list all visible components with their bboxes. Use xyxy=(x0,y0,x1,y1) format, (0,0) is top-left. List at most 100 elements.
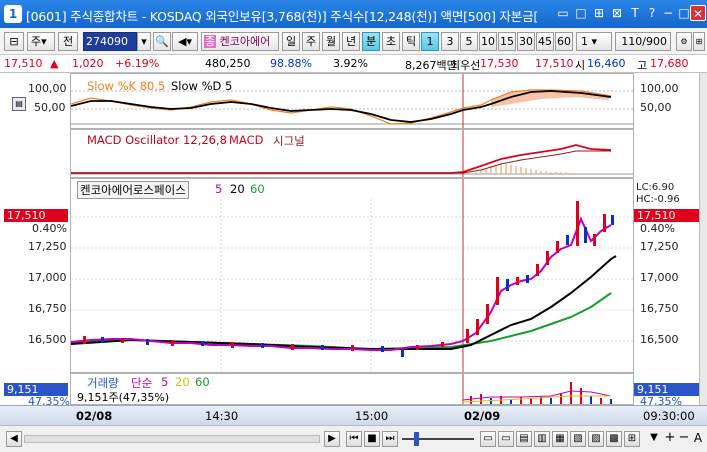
last-icon[interactable]: ⏭ xyxy=(382,431,398,447)
tool1-icon[interactable]: ▭ xyxy=(480,431,496,447)
price-panel[interactable]: 켄코아에어로스페이스 5 20 60 xyxy=(70,178,634,373)
tool7-icon[interactable]: ▨ xyxy=(588,431,604,447)
interval-15-button[interactable]: 15 xyxy=(498,32,516,51)
tool3-icon[interactable]: ▤ xyxy=(516,431,532,447)
title-bar: 1 [0601] 주식종합차트 - KOSDAQ 외국인보유[3,768(천)]… xyxy=(0,0,707,28)
axis-label-0209: 02/09 xyxy=(464,409,501,423)
restore-icon[interactable]: ▭ xyxy=(555,5,571,21)
close-button[interactable]: ✕ xyxy=(690,5,706,21)
expand-icon[interactable]: ⊞ xyxy=(693,32,705,51)
period-day-button[interactable]: 일 xyxy=(282,32,300,51)
volume-ratio: 98.88% xyxy=(270,57,312,70)
speaker-icon[interactable]: ◀▾ xyxy=(172,32,198,51)
period-second-button[interactable]: 초 xyxy=(382,32,400,51)
macd-panel[interactable]: MACD Oscillator 12,26,8 MACD 시그널 xyxy=(70,129,634,178)
interval-5-button[interactable]: 5 xyxy=(460,32,478,51)
price-ytick-17000: 17,000 xyxy=(28,271,67,284)
interval-30-button[interactable]: 30 xyxy=(517,32,535,51)
axis-label-1430: 14:30 xyxy=(205,409,239,423)
volume-value: 480,250 xyxy=(205,57,251,70)
stoch-ytick-100: 100,00 xyxy=(28,82,67,95)
tool5-icon[interactable]: ▦ xyxy=(552,431,568,447)
stock-name-label: 켄코아에어 xyxy=(219,35,271,48)
stoch-ytick-100-right: 100,00 xyxy=(640,82,679,95)
search-icon[interactable]: 🔍 xyxy=(153,32,171,51)
zoom-slider-handle[interactable] xyxy=(414,432,419,446)
settings-icon[interactable]: ⚙ xyxy=(676,32,692,51)
price-change-pct: +6.19% xyxy=(115,57,160,70)
period-week-button[interactable]: 주 xyxy=(302,32,320,51)
stock-code-input[interactable]: 274090 xyxy=(83,32,137,51)
priority-label: 최우선 xyxy=(450,59,481,72)
stochastic-panel[interactable]: Slow %K 80,5 Slow %D 5 xyxy=(70,73,634,129)
volume-panel[interactable]: 거래량 단순 5 20 60 9,151주(47,35%) xyxy=(70,373,634,405)
right-scrollbar[interactable] xyxy=(699,73,707,405)
turnover-ratio: 3.92% xyxy=(333,57,368,70)
scroll-left-icon[interactable]: ◀ xyxy=(6,431,22,447)
zoom-slider[interactable] xyxy=(402,438,474,440)
price-ytick-16750-right: 16,750 xyxy=(640,302,679,315)
up-arrow-icon: ▲ xyxy=(50,57,59,70)
current-price-tag-left: 17,510 xyxy=(4,209,68,222)
price-chart xyxy=(71,179,633,372)
code-dropdown-icon[interactable]: ▾ xyxy=(137,32,151,51)
price-ytick-17250-right: 17,250 xyxy=(640,240,679,253)
grid-icon[interactable]: ⊞ xyxy=(591,5,607,21)
interval-45-button[interactable]: 45 xyxy=(536,32,554,51)
quote-info-bar: 17,510 ▲ 1,020 +6.19% 480,250 98.88% 3.9… xyxy=(0,55,707,73)
multiplier-value: 1 xyxy=(581,35,588,48)
price-ytick-17250: 17,250 xyxy=(28,240,67,253)
high-price: 17,680 xyxy=(650,57,689,70)
tool9-icon[interactable]: ⊞ xyxy=(624,431,640,447)
lc-value: LC:6.90 xyxy=(636,182,675,193)
pin-icon[interactable]: ⊠ xyxy=(609,5,625,21)
interval-1-button[interactable]: 1 xyxy=(421,32,439,51)
layout-icon[interactable]: ⊟ xyxy=(4,32,24,51)
tool6-icon[interactable]: ▧ xyxy=(570,431,586,447)
window-icon[interactable]: □ xyxy=(573,5,589,21)
period-month-button[interactable]: 월 xyxy=(322,32,340,51)
axis-label-1500: 15:00 xyxy=(355,409,389,423)
font-size-icon[interactable]: A xyxy=(690,431,706,447)
horizontal-scrollbar[interactable] xyxy=(24,435,320,443)
help-icon[interactable]: ? xyxy=(644,5,660,21)
tool8-icon[interactable]: ▩ xyxy=(606,431,622,447)
stochastic-chart xyxy=(71,74,633,128)
stoch-ytick-50: 50,00 xyxy=(34,101,66,114)
minimize-button[interactable]: − xyxy=(660,5,676,21)
stock-tag-icon: 종 xyxy=(204,35,217,48)
toolbar: ⊟ 주▾ 전 274090 ▾ 🔍 ◀▾ 종 켄코아에어 일 주 월 년 분 초… xyxy=(0,28,707,55)
stock-name-field[interactable]: 종 켄코아에어 xyxy=(201,32,279,51)
period-all-button[interactable]: 전 xyxy=(58,32,78,51)
bid-price: 17,510 xyxy=(535,57,574,70)
market-select[interactable]: 주▾ xyxy=(27,32,55,51)
interval-10-button[interactable]: 10 xyxy=(479,32,497,51)
panel-menu-icon[interactable]: ▤ xyxy=(12,97,26,111)
price-ytick-17000-right: 17,000 xyxy=(640,271,679,284)
current-price-tag-right: 17,510 xyxy=(634,209,700,222)
period-minute-button[interactable]: 분 xyxy=(362,32,380,51)
interval-60-button[interactable]: 60 xyxy=(555,32,573,51)
multiplier-select[interactable]: 1 ▾ xyxy=(576,32,612,51)
right-axis: 100,00 50,00 LC:6.90 HC:-0.96 17,510 0.4… xyxy=(634,73,707,408)
first-icon[interactable]: ⏮ xyxy=(346,431,362,447)
hc-value: HC:-0.96 xyxy=(636,194,680,205)
stop-icon[interactable]: ■ xyxy=(364,431,380,447)
count-field[interactable]: 110/900 xyxy=(615,32,671,51)
axis-label-0208: 02/08 xyxy=(76,409,113,423)
font-icon[interactable]: T xyxy=(627,5,643,21)
tool4-icon[interactable]: ▥ xyxy=(534,431,550,447)
period-year-button[interactable]: 년 xyxy=(342,32,360,51)
tool2-icon[interactable]: ▭ xyxy=(498,431,514,447)
period-tick-button[interactable]: 틱 xyxy=(402,32,420,51)
axis-label-0930: 09:30:00 xyxy=(643,409,695,423)
scroll-right-icon[interactable]: ▶ xyxy=(324,431,340,447)
price-ytick-16500: 16,500 xyxy=(28,333,67,346)
left-axis: ▤ 100,00 50,00 17,510 0.40% 17,250 17,00… xyxy=(0,73,70,408)
market-label: 주 xyxy=(31,35,42,48)
scroll-down-icon[interactable]: ▼ xyxy=(646,431,662,447)
window-title: [0601] 주식종합차트 - KOSDAQ 외국인보유[3,768(천)] 주… xyxy=(26,9,539,24)
interval-3-button[interactable]: 3 xyxy=(441,32,459,51)
app-icon[interactable]: 1 xyxy=(4,5,22,23)
price-ytick-16500-right: 16,500 xyxy=(640,333,679,346)
